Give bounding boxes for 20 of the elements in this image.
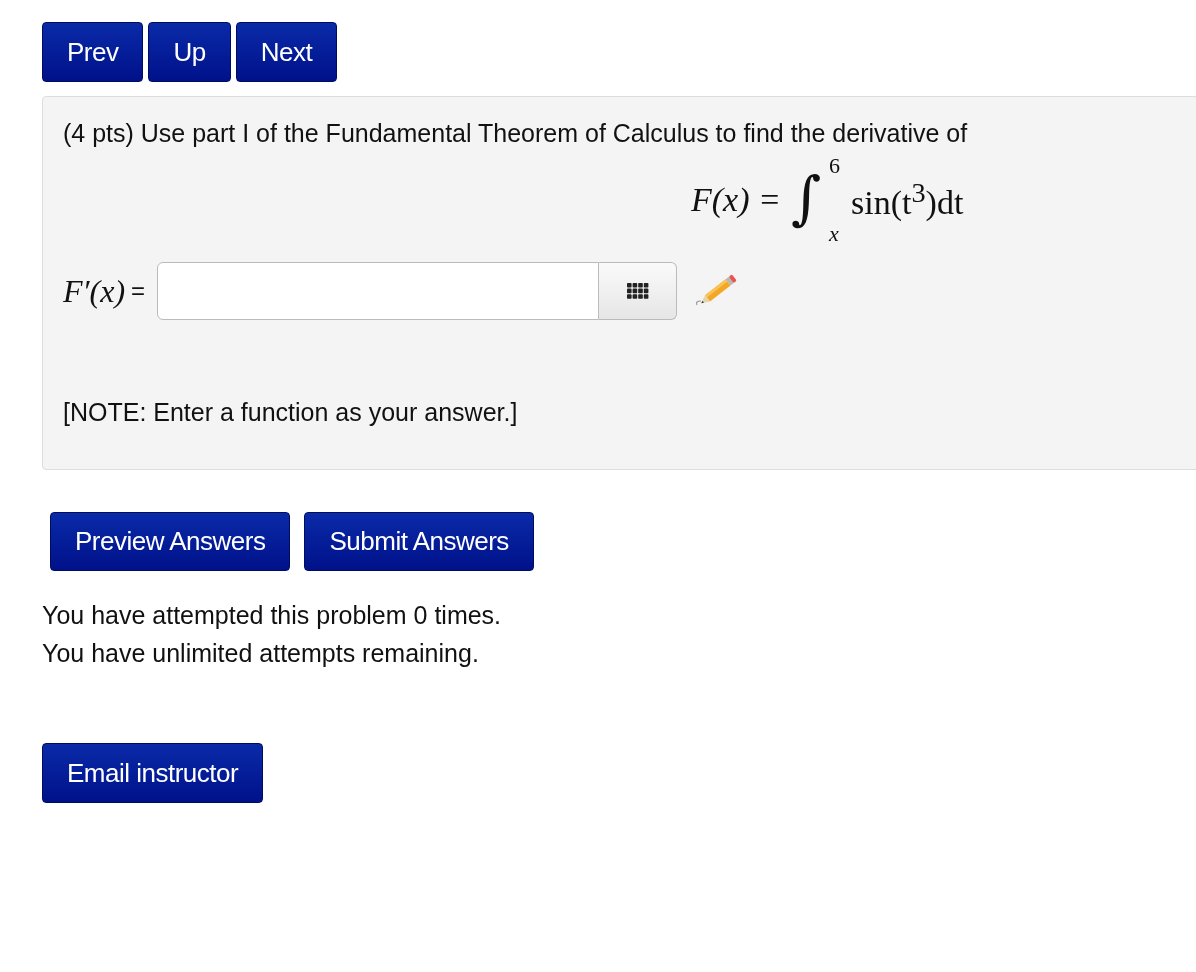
nav-button[interactable]: Up xyxy=(148,22,231,82)
upper-limit: 6 xyxy=(828,154,840,178)
problem-statement: (4 pts) Use part I of the Fundamental Theorem of Calculus to find the derivative of xyxy=(63,119,969,148)
answer-button[interactable]: Preview Answers xyxy=(50,512,291,571)
email-button[interactable]: Email instructor xyxy=(42,743,264,803)
keypad-button[interactable] xyxy=(599,262,678,320)
grid-icon xyxy=(626,283,649,299)
answer-button[interactable]: Submit Answers xyxy=(304,512,534,571)
nav-button[interactable]: Next xyxy=(235,22,338,82)
note-text: [NOTE: Enter a function as your answer.] xyxy=(63,398,519,427)
nav-button[interactable]: Prev xyxy=(42,22,144,82)
integrand: sin(t$^{3}$)dt xyxy=(850,177,964,223)
equals-sign: = xyxy=(131,277,146,305)
formula-lhs: F(x) = xyxy=(691,181,781,219)
answer-field[interactable] xyxy=(157,262,600,320)
attempts-text: You have unlimited attempts remaining. xyxy=(42,639,480,668)
attempts-text: You have attempted this problem 0 times. xyxy=(42,601,503,630)
lower-limit: x xyxy=(828,222,839,246)
integral-sign: ∫ xyxy=(790,168,822,228)
answer-label: F′(x) xyxy=(63,272,126,310)
